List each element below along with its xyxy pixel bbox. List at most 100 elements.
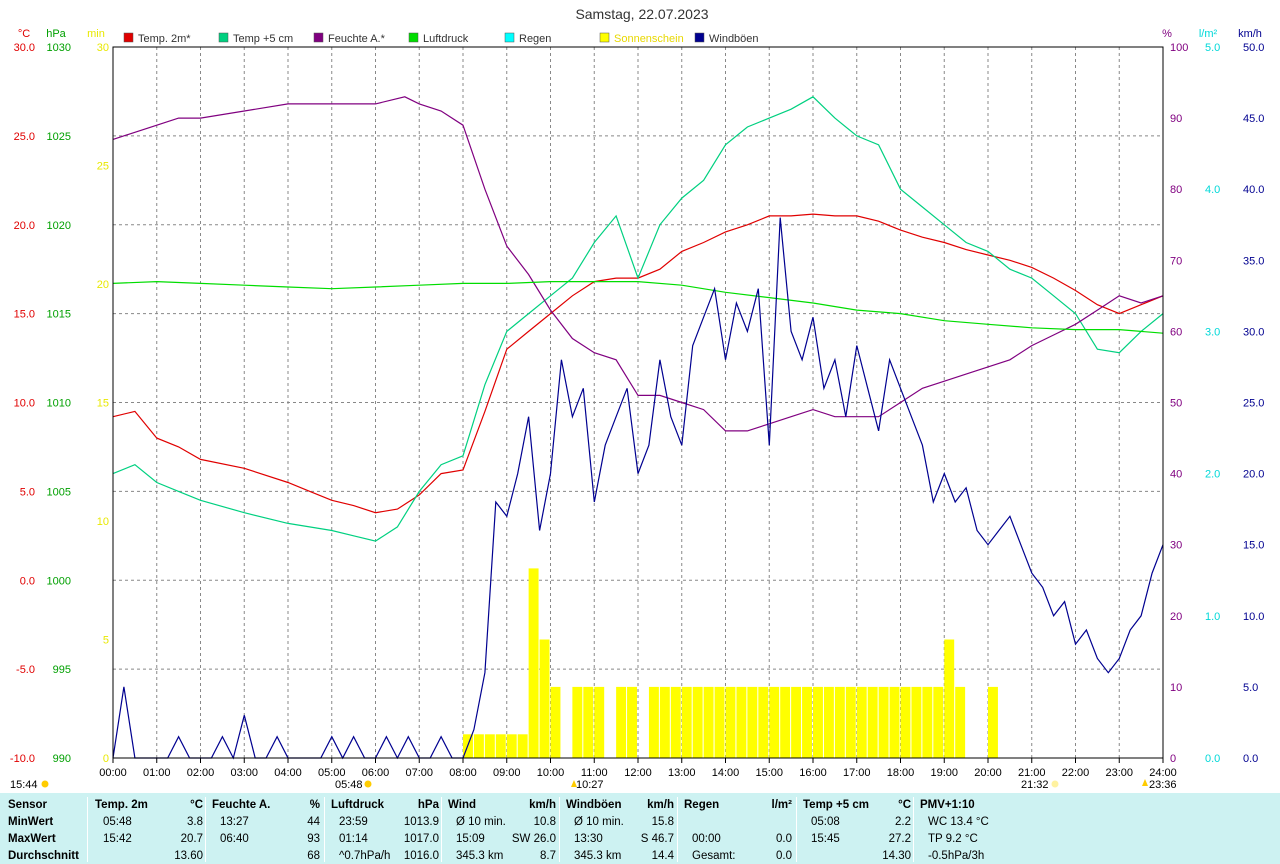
table-cell-value: SW 26.0 xyxy=(511,833,556,845)
sunshine-bar xyxy=(539,639,550,758)
legend-label: Temp +5 cm xyxy=(233,33,293,45)
sunshine-bar xyxy=(714,686,725,758)
table-header-unit: °C xyxy=(190,799,203,811)
table-cell-value: 1017.0 xyxy=(403,833,439,845)
humidity-tick-label: 100 xyxy=(1170,42,1188,54)
table-cell-value: 27.2 xyxy=(888,833,911,845)
table-cell-value: 1016.0 xyxy=(403,850,439,862)
sunshine-bar xyxy=(627,686,637,758)
x-tick-label: 16:00 xyxy=(799,767,827,779)
sunshine-bar xyxy=(933,686,944,758)
pressure-unit-label: hPa xyxy=(46,28,66,40)
table-cell-value: 15.8 xyxy=(651,816,674,828)
humidity-tick-label: 60 xyxy=(1170,326,1182,338)
sunshine-bar xyxy=(703,686,714,758)
x-tick-label: 03:00 xyxy=(230,767,258,779)
sunshine-bar xyxy=(823,686,834,758)
table-cell-value: 13.60 xyxy=(174,850,203,862)
temp-tick-label: 15.0 xyxy=(14,309,35,321)
legend-swatch xyxy=(599,32,610,43)
left-time-label: 15:44 xyxy=(10,779,38,791)
x-tick-label: 21:00 xyxy=(1018,767,1046,779)
rain-tick-label: 2.0 xyxy=(1205,469,1220,481)
legend-swatch xyxy=(408,32,419,43)
sun-tick-label: 25 xyxy=(97,161,109,173)
sunrise-label: 05:48 xyxy=(335,779,363,791)
humidity-tick-label: 70 xyxy=(1170,255,1182,267)
sunshine-bar xyxy=(780,686,791,758)
legend-swatch xyxy=(313,32,324,43)
sun-tick-label: 0 xyxy=(103,753,109,765)
pressure-tick-label: 1010 xyxy=(47,398,71,410)
x-tick-label: 12:00 xyxy=(624,767,652,779)
table-header-unit: km/h xyxy=(647,799,674,811)
column-separator xyxy=(559,797,560,862)
rain-unit-label: l/m² xyxy=(1199,28,1218,40)
sunshine-bar xyxy=(528,568,539,758)
table-header-unit: l/m² xyxy=(771,799,792,811)
humidity-tick-label: 20 xyxy=(1170,611,1182,623)
sunset-icon xyxy=(1051,780,1059,788)
pressure-tick-label: 1015 xyxy=(47,309,71,321)
sunshine-bar xyxy=(725,686,736,758)
sunshine-bar xyxy=(659,686,670,758)
table-cell-value: 2.2 xyxy=(895,816,911,828)
pressure-tick-label: 1030 xyxy=(47,42,71,54)
wind-tick-label: 25.0 xyxy=(1243,398,1264,410)
rain-tick-label: 4.0 xyxy=(1205,184,1220,196)
humidity-tick-label: 50 xyxy=(1170,398,1182,410)
sunshine-bar xyxy=(769,686,780,758)
sunshine-bar xyxy=(572,686,583,758)
rain-tick-label: 0.0 xyxy=(1205,753,1220,765)
x-tick-label: 15:00 xyxy=(755,767,783,779)
wind-unit-label: km/h xyxy=(1238,28,1262,40)
sun-unit-label: min xyxy=(87,28,105,40)
x-tick-label: 10:00 xyxy=(537,767,565,779)
table-cell-value: 20.7 xyxy=(180,833,203,845)
sunshine-bar xyxy=(878,686,889,758)
table-cell-value: 14.4 xyxy=(651,850,674,862)
table-cell-key: -0.5hPa/3h xyxy=(928,850,985,862)
sunshine-bar xyxy=(758,686,769,758)
column-separator xyxy=(87,797,88,862)
right-time-label: 23:36 xyxy=(1149,779,1177,791)
rain-tick-label: 5.0 xyxy=(1205,42,1220,54)
legend-swatch xyxy=(694,32,705,43)
sunshine-bar xyxy=(889,686,900,758)
sunshine-bar xyxy=(845,686,856,758)
humidity-tick-label: 40 xyxy=(1170,469,1182,481)
table-cell-value: 68 xyxy=(307,850,320,862)
x-tick-label: 06:00 xyxy=(362,767,390,779)
table-cell-value: 0.0 xyxy=(776,833,792,845)
x-tick-label: 08:00 xyxy=(449,767,477,779)
sunshine-bar xyxy=(802,686,812,758)
sunshine-bar xyxy=(594,686,605,758)
legend-swatch xyxy=(504,32,515,43)
table-header: PMV+1:10 xyxy=(920,799,975,811)
sunshine-bar xyxy=(955,686,966,758)
table-cell-value: 44 xyxy=(307,816,320,828)
table-header-unit: % xyxy=(309,799,320,811)
temp-tick-label: 30.0 xyxy=(14,42,35,54)
x-tick-label: 23:00 xyxy=(1105,767,1133,779)
x-tick-label: 14:00 xyxy=(712,767,740,779)
wind-tick-label: 20.0 xyxy=(1243,469,1264,481)
sunshine-bar xyxy=(583,686,594,758)
sun-tick-label: 20 xyxy=(97,279,109,291)
sunrise-icon xyxy=(364,780,372,788)
table-cell-value: 14.30 xyxy=(882,850,911,862)
table-header: Sensor xyxy=(8,799,47,811)
table-row-label: MinWert xyxy=(8,816,54,828)
table-cell-value: 3.8 xyxy=(187,816,203,828)
pressure-tick-label: 1020 xyxy=(47,220,71,232)
pressure-tick-label: 1005 xyxy=(47,486,71,498)
humidity-tick-label: 30 xyxy=(1170,540,1182,552)
column-separator xyxy=(441,797,442,862)
sunshine-bar xyxy=(670,686,681,758)
table-cell-value: 8.7 xyxy=(540,850,556,862)
weather-chart: Samstag, 22.07.2023 Temp. 2m* Temp +5 cm F… xyxy=(0,0,1280,793)
summary-table: Sensor Temp. 2m °C Feuchte A.% Luftdruck hPa W… xyxy=(0,793,1280,864)
temp-tick-label: 20.0 xyxy=(14,220,35,232)
table-cell-value: 10.8 xyxy=(533,816,556,828)
pressure-tick-label: 990 xyxy=(53,753,71,765)
